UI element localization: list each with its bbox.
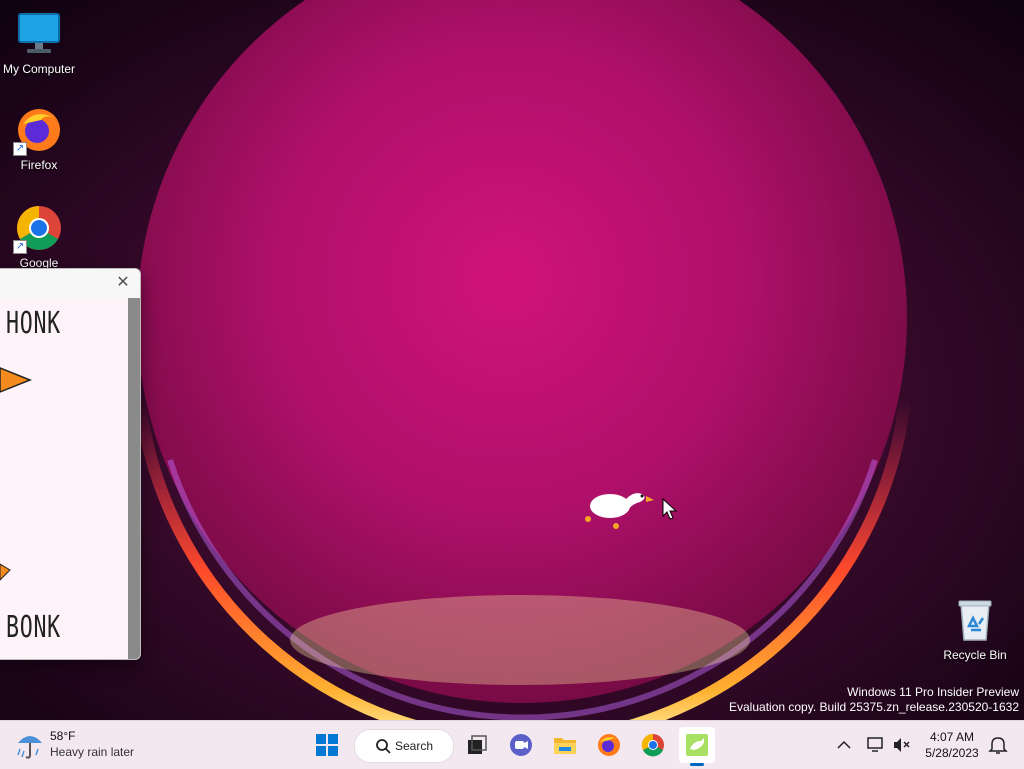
task-view-icon [468,735,487,754]
meet-icon [510,734,532,756]
chrome-icon [641,733,664,757]
shortcut-arrow-icon: ↗ [13,142,27,156]
chrome-taskbar-button[interactable] [635,727,671,763]
volume-muted-icon [894,738,910,752]
taskbar-search[interactable]: Search [354,729,454,763]
start-button[interactable] [309,727,345,763]
desktop-icon-label: My Computer [2,62,76,76]
start-icon [316,734,338,756]
goose-beak-icon [0,367,33,393]
shortcut-arrow-icon: ↗ [13,240,27,254]
file-explorer-button[interactable] [547,727,583,763]
clock-date: 5/28/2023 [925,746,979,760]
meme-image: HONK BONK [0,298,128,659]
meme-text-bottom: BONK [6,610,61,645]
file-explorer-icon [554,738,576,754]
desktop-icon-google[interactable]: ↗ Google [0,204,79,270]
close-icon[interactable]: ✕ [114,274,132,292]
search-label: Search [395,739,434,753]
meme-notepad-window[interactable]: ✕ HONK BONK [0,268,141,660]
firefox-icon: ↗ [13,106,63,156]
chrome-icon: ↗ [13,204,63,254]
taskbar: 58°F Heavy rain later Search 4:07 AM 5/2… [0,720,1024,769]
window-titlebar[interactable]: ✕ [0,269,140,298]
desktop-goose-icon [686,734,708,756]
monitor-icon [15,10,63,58]
desktop-wallpaper [0,0,1024,720]
desktop-icon-recycle-bin[interactable]: Recycle Bin [935,596,1015,662]
firefox-taskbar-button[interactable] [591,727,627,763]
show-hidden-icons-button[interactable] [830,727,858,763]
desktop-icon-label: Firefox [20,158,58,172]
task-view-button[interactable] [459,727,495,763]
firefox-icon [598,734,620,756]
network-icon [867,737,883,752]
meet-button[interactable] [503,727,539,763]
network-tray-button[interactable] [862,727,890,763]
meme-text-top: HONK [6,306,61,341]
weather-condition: Heavy rain later [50,745,135,759]
scrollbar[interactable] [128,298,140,659]
desktop-icon-label: Recycle Bin [943,648,1007,662]
weather-temperature: 58°F [50,729,76,743]
chevron-up-icon [837,740,851,749]
desktop-icon-firefox[interactable]: ↗ Firefox [0,106,79,172]
windows-watermark: Windows 11 Pro Insider Preview Evaluatio… [729,685,1019,715]
recycle-bin-icon [951,596,999,644]
mouse-cursor-icon [662,498,678,520]
watermark-build: Evaluation copy. Build 25375.zn_release.… [729,700,1019,714]
desktop-goose-taskbar-button[interactable] [679,727,715,766]
notification-bell-icon [988,737,1008,754]
desktop-icon-my-computer[interactable]: My Computer [0,10,79,76]
desktop-goose-sprite[interactable] [582,486,662,536]
goose-foot-icon [0,563,11,581]
volume-tray-button[interactable] [888,727,916,763]
taskbar-clock[interactable]: 4:07 AM 5/28/2023 [920,729,984,761]
notifications-button[interactable] [986,727,1014,763]
clock-time: 4:07 AM [929,730,975,744]
search-icon [376,739,391,754]
watermark-edition: Windows 11 Pro Insider Preview [847,685,1019,699]
umbrella-rain-icon [17,736,42,759]
